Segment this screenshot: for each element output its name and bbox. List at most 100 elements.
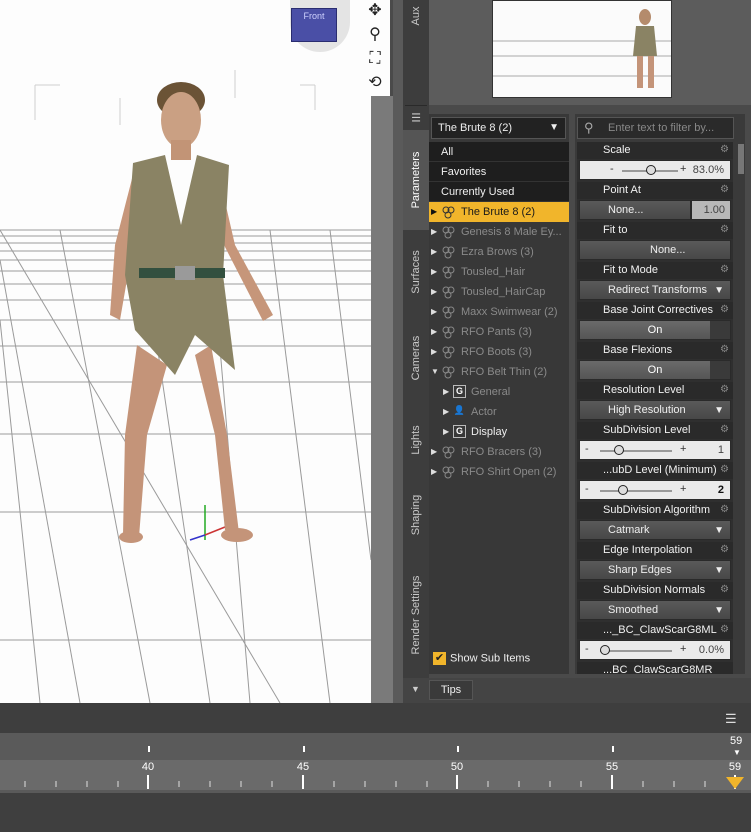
tick-label: 55	[605, 761, 619, 773]
edge-interpolation-dropdown[interactable]: Sharp Edges ▼	[579, 560, 731, 580]
point-at-value[interactable]: 1.00	[691, 200, 731, 220]
group-icon: G	[453, 425, 466, 438]
filter-currently-used[interactable]: Currently Used	[429, 182, 569, 202]
gear-icon[interactable]: ⚙	[720, 264, 731, 275]
param-fit-to: Fit to ⚙ None...	[577, 222, 733, 262]
tab-cameras[interactable]: Cameras	[403, 318, 429, 398]
minor-ticks	[24, 781, 706, 787]
figure-icon	[442, 246, 455, 259]
subdivision-normals-dropdown[interactable]: Smoothed ▼	[579, 600, 731, 620]
timeline-header	[0, 703, 751, 733]
claw-scar-ml-slider[interactable]: - +0.0%	[579, 640, 731, 660]
3d-viewport[interactable]: Front ✥ ⚲ ⛶ ⟲	[0, 0, 390, 703]
end-marker-icon: ▼	[733, 748, 741, 757]
pane-divider[interactable]	[393, 0, 403, 703]
gear-icon[interactable]: ⚙	[720, 384, 731, 395]
zoom-icon[interactable]: ⚲	[364, 24, 386, 46]
param-claw-scar-ml: ..._BC_ClawScarG8ML ⚙ - +0.0%	[577, 622, 733, 662]
aux-viewport[interactable]	[429, 0, 751, 105]
scene-pane: The Brute 8 (2) ▼ All Favorites Currently…	[429, 114, 569, 674]
gear-icon[interactable]: ⚙	[720, 584, 731, 595]
tips-row: ▼ Tips	[403, 678, 751, 703]
figure-icon	[442, 286, 455, 299]
subd-level-minimum-slider[interactable]: - +2	[579, 480, 731, 500]
parameters-scrollbar[interactable]	[737, 114, 745, 674]
gear-icon[interactable]: ⚙	[720, 344, 731, 355]
collapse-icon[interactable]: ▼	[411, 684, 420, 694]
pane-menu-icon[interactable]: ☰	[403, 108, 429, 128]
group-icon: G	[453, 385, 466, 398]
fit-to-button[interactable]: None...	[579, 240, 731, 260]
figure-icon	[442, 266, 455, 279]
gear-icon[interactable]: ⚙	[720, 464, 731, 475]
param-fit-to-mode: Fit to Mode ⚙ Redirect Transforms ▼	[577, 262, 733, 302]
filter-input[interactable]: ⚲ Enter text to filter by...	[577, 117, 734, 139]
resolution-level-dropdown[interactable]: High Resolution ▼	[579, 400, 731, 420]
tab-surfaces[interactable]: Surfaces	[403, 232, 429, 312]
list-item[interactable]: ▶ 👤 Actor	[429, 402, 569, 422]
gear-icon[interactable]: ⚙	[720, 424, 731, 435]
param-subdivision-normals: SubDivision Normals ⚙ Smoothed ▼	[577, 582, 733, 622]
figure-icon	[442, 366, 455, 379]
gear-icon[interactable]: ⚙	[720, 184, 731, 195]
gear-icon[interactable]: ⚙	[720, 144, 731, 155]
tab-parameters[interactable]: Parameters	[403, 130, 429, 230]
reset-icon[interactable]: ⟲	[364, 72, 386, 94]
list-item[interactable]: ▶ Tousled_Hair	[429, 262, 569, 282]
list-item[interactable]: ▼ RFO Belt Thin (2)	[429, 362, 569, 382]
side-tabs: Aux ☰ Parameters Surfaces Cameras Lights…	[403, 0, 429, 703]
list-item[interactable]: ▶ Maxx Swimwear (2)	[429, 302, 569, 322]
figure-icon	[442, 346, 455, 359]
tab-lights[interactable]: Lights	[403, 405, 429, 475]
figure-icon	[442, 446, 455, 459]
list-item[interactable]: ▶ RFO Pants (3)	[429, 322, 569, 342]
end-frame-label: 59	[730, 735, 743, 747]
tab-aux[interactable]: Aux	[403, 0, 429, 32]
gear-icon[interactable]: ⚙	[720, 624, 731, 635]
frame-icon[interactable]: ⛶	[364, 48, 386, 70]
gear-icon[interactable]: ⚙	[720, 504, 731, 515]
list-item[interactable]: ▶ RFO Bracers (3)	[429, 442, 569, 462]
figure-dropdown[interactable]: The Brute 8 (2) ▼	[431, 117, 566, 139]
tab-render-settings[interactable]: Render Settings	[403, 560, 429, 670]
timeline-footer	[0, 793, 751, 832]
viewport-tools: ✥ ⚲ ⛶ ⟲	[364, 0, 388, 96]
list-item[interactable]: ▶ The Brute 8 (2)	[429, 202, 569, 222]
scale-slider[interactable]: - +83.0%	[579, 160, 731, 180]
timeline[interactable]: ☰ 40 45 50 55 59 59 ▼	[0, 703, 751, 832]
filter-favorites[interactable]: Favorites	[429, 162, 569, 182]
param-base-joint-correctives: Base Joint Correctives ⚙ On	[577, 302, 733, 342]
tab-shaping[interactable]: Shaping	[403, 480, 429, 550]
show-sub-items-checkbox[interactable]: ✔ Show Sub Items	[433, 652, 530, 665]
parameters-pane: ⚲ Enter text to filter by... Scale ⚙ - +83…	[575, 114, 737, 674]
base-flexions-toggle[interactable]: On	[579, 360, 731, 380]
tick-label: 40	[141, 761, 155, 773]
fit-to-mode-dropdown[interactable]: Redirect Transforms ▼	[579, 280, 731, 300]
gear-icon[interactable]: ⚙	[720, 544, 731, 555]
tick-label: 45	[296, 761, 310, 773]
search-icon: ⚲	[584, 120, 594, 135]
gear-icon[interactable]: ⚙	[720, 304, 731, 315]
figure-icon	[442, 466, 455, 479]
param-point-at: Point At ⚙ None... 1.00	[577, 182, 733, 222]
list-item[interactable]: ▶ RFO Shirt Open (2)	[429, 462, 569, 482]
point-at-button[interactable]: None...	[579, 200, 691, 220]
list-item[interactable]: ▶ RFO Boots (3)	[429, 342, 569, 362]
filter-all[interactable]: All	[429, 142, 569, 162]
list-item[interactable]: ▶ Tousled_HairCap	[429, 282, 569, 302]
nav-cube-front[interactable]: Front	[291, 8, 337, 42]
base-joint-correctives-toggle[interactable]: On	[579, 320, 731, 340]
subdivision-level-slider[interactable]: - +1	[579, 440, 731, 460]
tips-tab[interactable]: Tips	[429, 680, 473, 700]
character-figure[interactable]	[95, 75, 275, 550]
timeline-menu-icon[interactable]: ☰	[725, 711, 737, 727]
list-item[interactable]: ▶ G General	[429, 382, 569, 402]
list-item[interactable]: ▶ G Display	[429, 422, 569, 442]
subdivision-algorithm-dropdown[interactable]: Catmark ▼	[579, 520, 731, 540]
scene-tree: ▶ The Brute 8 (2) ▶ Genesis 8 Male Ey... ▶…	[429, 202, 569, 482]
playhead-marker-icon[interactable]	[724, 775, 746, 791]
list-item[interactable]: ▶ Genesis 8 Male Ey...	[429, 222, 569, 242]
list-item[interactable]: ▶ Ezra Brows (3)	[429, 242, 569, 262]
move-icon[interactable]: ✥	[364, 0, 386, 22]
gear-icon[interactable]: ⚙	[720, 224, 731, 235]
